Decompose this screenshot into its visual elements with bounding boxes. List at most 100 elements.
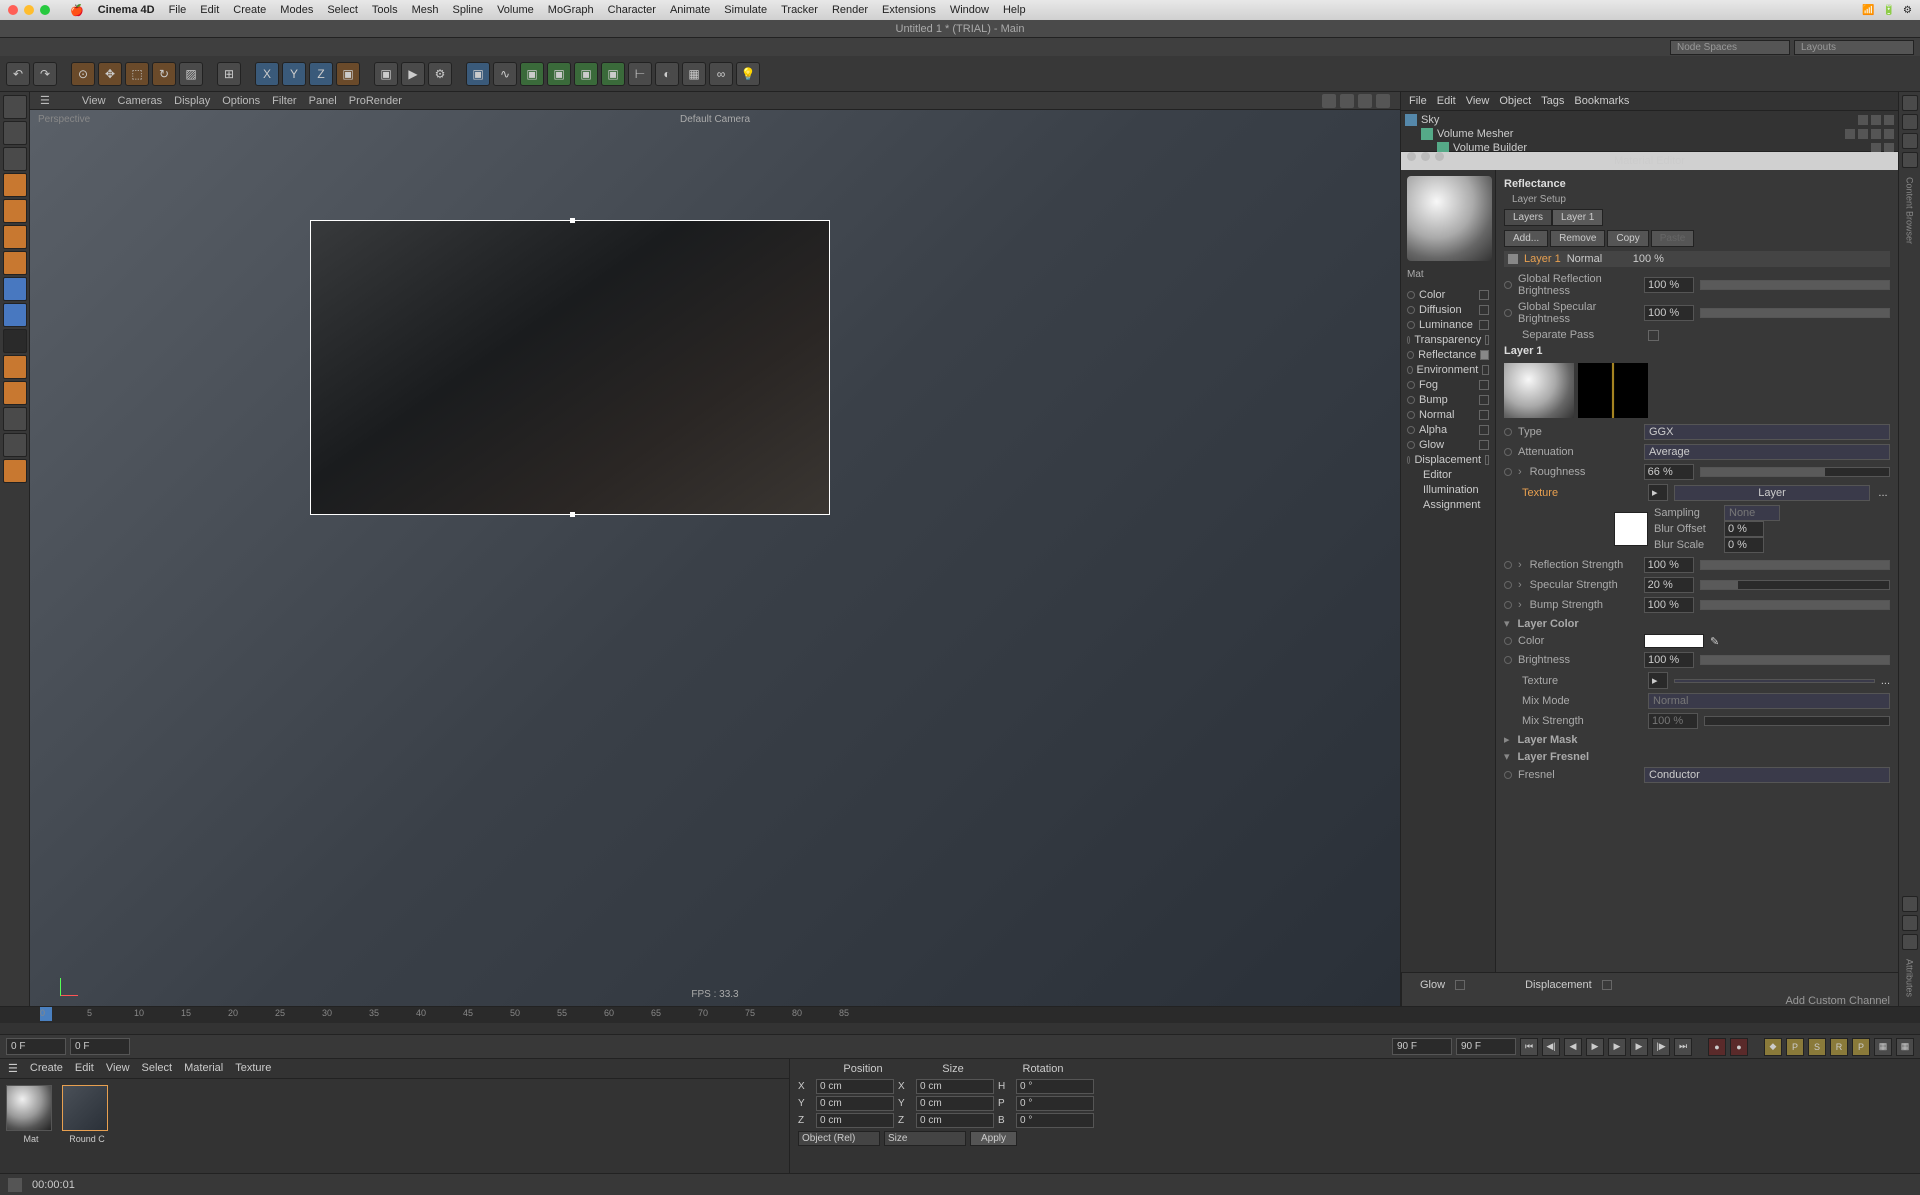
material-preview-sphere[interactable] xyxy=(1407,176,1492,261)
mm-select[interactable]: Select xyxy=(142,1062,173,1075)
om-tags[interactable]: Tags xyxy=(1541,95,1564,107)
key-param-button[interactable]: P xyxy=(1852,1038,1870,1056)
om-bookmarks[interactable]: Bookmarks xyxy=(1574,95,1629,107)
play-button[interactable]: ▶ xyxy=(1608,1038,1626,1056)
bump-slider[interactable] xyxy=(1700,600,1890,610)
key-sel-button[interactable]: ▦ xyxy=(1874,1038,1892,1056)
vp-nav-icon[interactable] xyxy=(1322,94,1336,108)
tab-layers[interactable]: Layers xyxy=(1504,209,1552,226)
select-tool[interactable]: ⊙ xyxy=(71,62,95,86)
vp-nav-icon[interactable] xyxy=(1376,94,1390,108)
volume-button[interactable]: ◐ xyxy=(655,62,679,86)
atten-dropdown[interactable]: Average xyxy=(1644,444,1890,460)
play-back-button[interactable]: ▶ xyxy=(1586,1038,1604,1056)
ch-transparency[interactable]: Transparency xyxy=(1407,333,1489,347)
menu-mesh[interactable]: Mesh xyxy=(412,4,439,16)
primitive-button[interactable]: ▣ xyxy=(466,62,490,86)
om-view[interactable]: View xyxy=(1466,95,1490,107)
mm-edit[interactable]: Edit xyxy=(75,1062,94,1075)
copy-button[interactable]: Copy xyxy=(1607,230,1648,247)
roughness-field[interactable]: 66 % xyxy=(1644,464,1694,480)
rotate-tool[interactable]: ↻ xyxy=(152,62,176,86)
blur-scale[interactable]: 0 % xyxy=(1724,537,1764,553)
spec-slider[interactable] xyxy=(1700,580,1890,590)
texture-layer-dropdown[interactable]: Layer xyxy=(1674,485,1870,501)
camera-button[interactable]: ▣ xyxy=(601,62,625,86)
menu-file[interactable]: File xyxy=(169,4,187,16)
obj-sky[interactable]: Sky xyxy=(1405,113,1894,127)
go-end-button[interactable]: ⏭ xyxy=(1674,1038,1692,1056)
disp-checkbox[interactable] xyxy=(1602,980,1612,990)
blend-pct[interactable]: 100 % xyxy=(1633,253,1664,265)
object-mode[interactable] xyxy=(3,173,27,197)
hamburger-icon[interactable]: ☰ xyxy=(40,94,50,107)
ch-environment[interactable]: Environment xyxy=(1407,363,1489,377)
snap-button[interactable] xyxy=(3,303,27,327)
blur-offset[interactable]: 0 % xyxy=(1724,521,1764,537)
ch-reflectance[interactable]: Reflectance xyxy=(1407,348,1489,362)
spec-strength[interactable]: 20 % xyxy=(1644,577,1694,593)
size-y[interactable]: 0 cm xyxy=(916,1096,994,1111)
end-frame[interactable]: 90 F xyxy=(1392,1038,1452,1055)
x-axis-button[interactable]: X xyxy=(255,62,279,86)
menu-simulate[interactable]: Simulate xyxy=(724,4,767,16)
search-icon[interactable] xyxy=(1902,95,1918,111)
material-thumb-round[interactable]: Round C xyxy=(62,1085,112,1144)
render-button[interactable]: ▶ xyxy=(401,62,425,86)
vp-nav-icon[interactable] xyxy=(1358,94,1372,108)
filter-icon[interactable] xyxy=(1902,133,1918,149)
enable-axis[interactable] xyxy=(3,277,27,301)
key-rot-button[interactable]: R xyxy=(1830,1038,1848,1056)
texture-mode[interactable] xyxy=(3,121,27,145)
vp-cameras[interactable]: Cameras xyxy=(118,95,163,107)
menu-select[interactable]: Select xyxy=(327,4,358,16)
mograph-button[interactable]: ∞ xyxy=(709,62,733,86)
color-swatch[interactable] xyxy=(1644,634,1704,648)
material-name-field[interactable]: Mat xyxy=(1407,269,1489,280)
menu-render[interactable]: Render xyxy=(832,4,868,16)
tex-arrow[interactable]: ▸ xyxy=(1648,484,1668,501)
content-browser-tab[interactable]: Content Browser xyxy=(1905,177,1915,244)
vp-view[interactable]: View xyxy=(82,95,106,107)
last-tool[interactable]: ▨ xyxy=(179,62,203,86)
menu-mograph[interactable]: MoGraph xyxy=(548,4,594,16)
redo-button[interactable]: ↷ xyxy=(33,62,57,86)
layer-row[interactable]: Layer 1 Normal 100 % xyxy=(1504,251,1890,267)
start-frame[interactable]: 0 F xyxy=(6,1038,66,1055)
menu-modes[interactable]: Modes xyxy=(280,4,313,16)
key-scale-button[interactable]: S xyxy=(1808,1038,1826,1056)
bump-strength[interactable]: 100 % xyxy=(1644,597,1694,613)
color-picker-icon[interactable]: ✎ xyxy=(1710,635,1719,648)
pin-icon[interactable] xyxy=(1902,915,1918,931)
timeline[interactable]: 0510152025303540455055606570758085 xyxy=(0,1006,1920,1034)
refl-strength[interactable]: 100 % xyxy=(1644,557,1694,573)
sampling-dropdown[interactable]: None xyxy=(1724,505,1780,521)
bulb-icon[interactable]: 💡 xyxy=(736,62,760,86)
gsb-slider[interactable] xyxy=(1700,308,1890,318)
vp-filter[interactable]: Filter xyxy=(272,95,296,107)
model-mode[interactable] xyxy=(3,95,27,119)
tweak-mode[interactable] xyxy=(3,433,27,457)
om-file[interactable]: File xyxy=(1409,95,1427,107)
menu-create[interactable]: Create xyxy=(233,4,266,16)
attributes-tab[interactable]: Attributes xyxy=(1905,959,1915,997)
vp-nav-icon[interactable] xyxy=(1340,94,1354,108)
planar-workplane[interactable] xyxy=(3,407,27,431)
total-frames[interactable]: 90 F xyxy=(1456,1038,1516,1055)
ch-diffusion[interactable]: Diffusion xyxy=(1407,303,1489,317)
poly-mode[interactable] xyxy=(3,225,27,249)
coord-size-dropdown[interactable]: Size xyxy=(884,1131,966,1146)
size-x[interactable]: 0 cm xyxy=(916,1079,994,1094)
render-settings-button[interactable]: ⚙ xyxy=(428,62,452,86)
prev-key-button[interactable]: ◀| xyxy=(1542,1038,1560,1056)
mm-material[interactable]: Material xyxy=(184,1062,223,1075)
ch-editor[interactable]: Editor xyxy=(1407,468,1489,482)
menu-extensions[interactable]: Extensions xyxy=(882,4,936,16)
animation-mode[interactable] xyxy=(3,459,27,483)
node-spaces-dropdown[interactable]: Node Spaces xyxy=(1670,40,1790,55)
blend-mode-dropdown[interactable]: Normal xyxy=(1567,253,1627,265)
move-tool[interactable]: ✥ xyxy=(98,62,122,86)
type-dropdown[interactable]: GGX xyxy=(1644,424,1890,440)
render-view-button[interactable]: ▣ xyxy=(374,62,398,86)
rot-p[interactable]: 0 ° xyxy=(1016,1096,1094,1111)
